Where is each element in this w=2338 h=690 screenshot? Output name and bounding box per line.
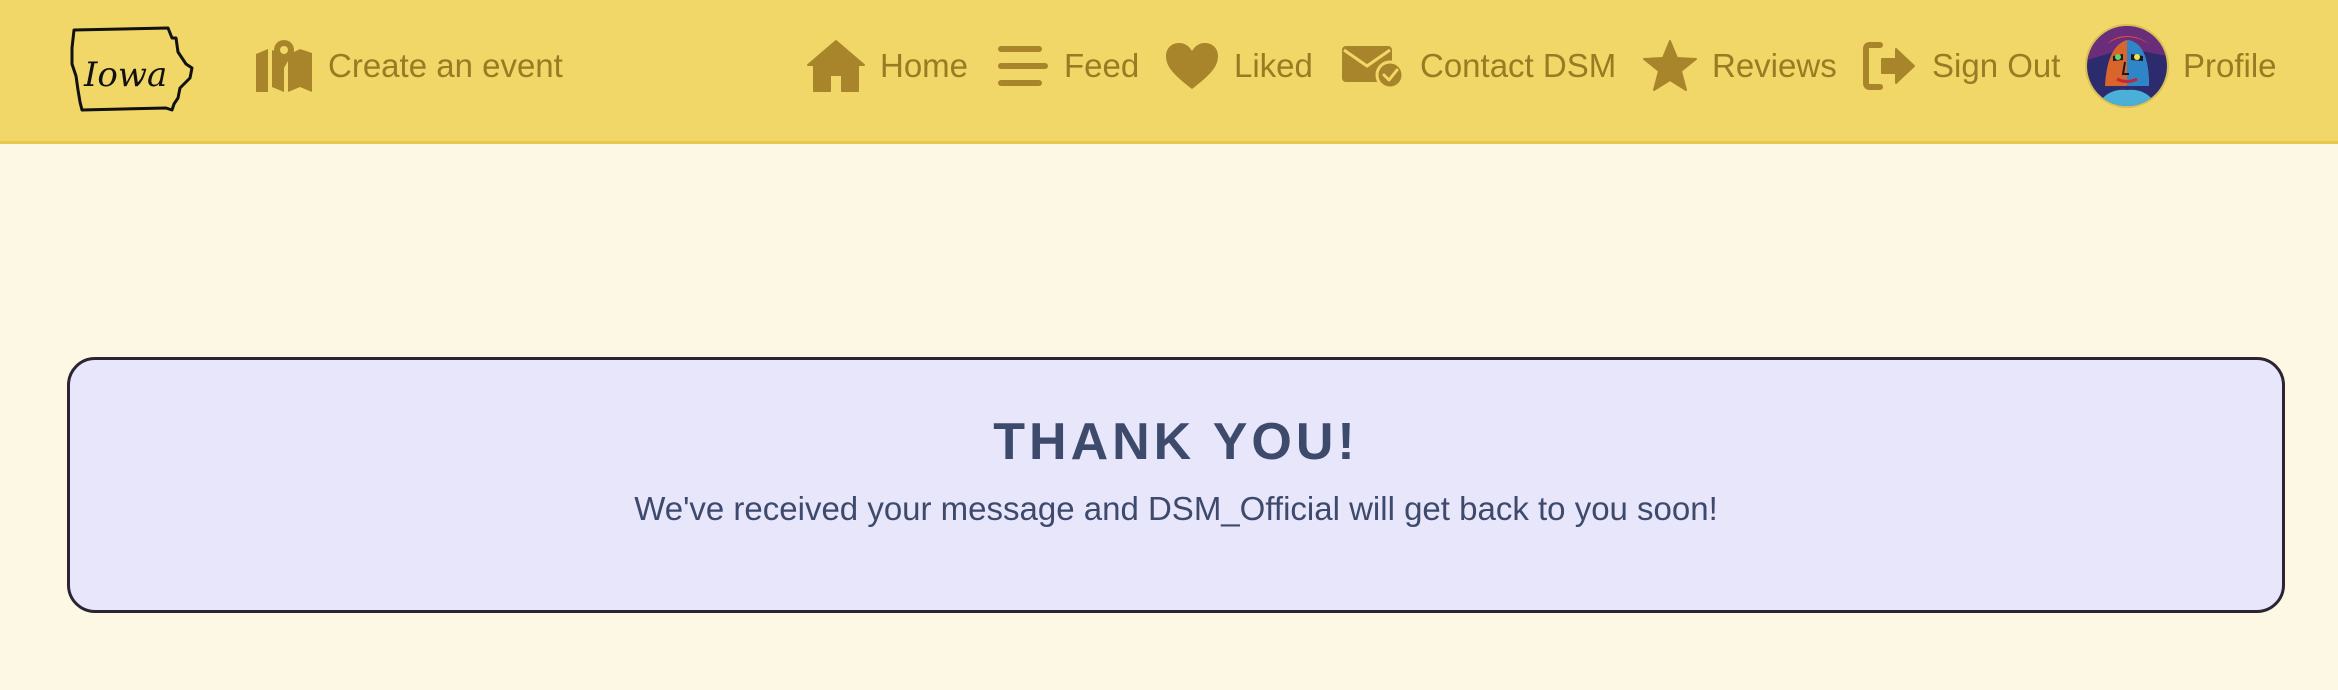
- iowa-state-icon: Iowa: [70, 26, 194, 112]
- logo-text: Iowa: [83, 55, 167, 95]
- nav-reviews[interactable]: Reviews: [1642, 32, 1837, 100]
- confirmation-title: THANK YOU!: [993, 413, 1359, 471]
- nav-sign-out-label: Sign Out: [1932, 47, 2061, 84]
- confirmation-card: THANK YOU! We've received your message a…: [67, 357, 2285, 613]
- confirmation-message: We've received your message and DSM_Offi…: [634, 490, 1718, 527]
- top-navbar: Iowa Create an event Home Feed Liked Con…: [0, 0, 2338, 144]
- nav-liked-label: Liked: [1234, 47, 1313, 84]
- heart-icon: [1164, 41, 1220, 91]
- star-icon: [1642, 39, 1698, 93]
- nav-profile-label: Profile: [2183, 47, 2277, 84]
- create-event-label: Create an event: [328, 47, 563, 84]
- envelope-check-icon: [1340, 42, 1406, 90]
- nav-sign-out[interactable]: Sign Out: [1862, 32, 2060, 100]
- nav-feed-label: Feed: [1064, 47, 1140, 84]
- nav-home[interactable]: Home: [806, 32, 968, 100]
- sign-out-icon: [1862, 41, 1918, 91]
- nav-contact-label: Contact DSM: [1420, 47, 1617, 84]
- home-icon: [806, 39, 866, 93]
- iowa-logo[interactable]: Iowa: [68, 24, 198, 112]
- feed-lines-icon: [996, 44, 1050, 88]
- create-event-link[interactable]: Create an event: [254, 32, 563, 100]
- avatar: [2087, 26, 2167, 106]
- map-pin-icon: [254, 38, 314, 94]
- nav-reviews-label: Reviews: [1712, 47, 1837, 84]
- nav-home-label: Home: [880, 47, 969, 84]
- nav-feed[interactable]: Feed: [996, 32, 1139, 100]
- nav-profile[interactable]: Profile: [2087, 26, 2277, 106]
- nav-liked[interactable]: Liked: [1164, 32, 1313, 100]
- nav-contact-dsm[interactable]: Contact DSM: [1340, 32, 1616, 100]
